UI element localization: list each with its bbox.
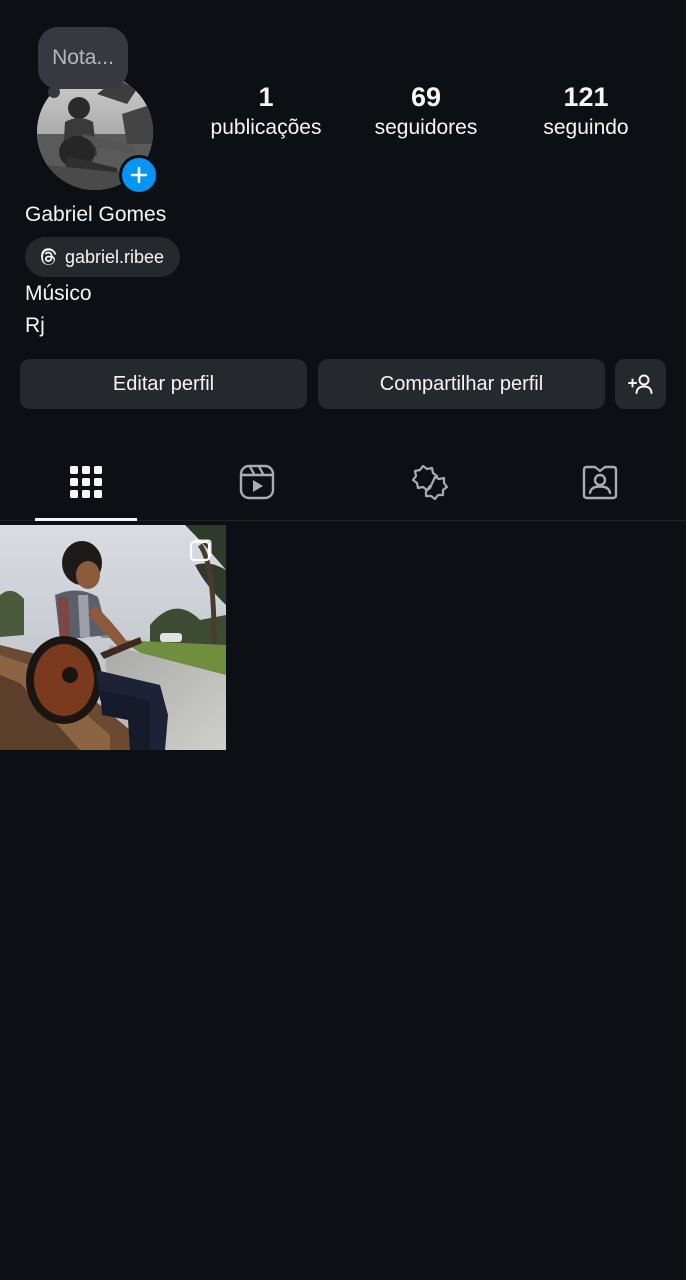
profile-stats: 1 publicações 69 seguidores 121 seguindo — [186, 80, 666, 142]
stat-followers-count: 69 — [410, 82, 442, 112]
tab-tagged[interactable] — [515, 444, 686, 520]
stat-followers[interactable]: 69 seguidores — [346, 80, 506, 142]
plus-icon — [130, 166, 148, 184]
bio-line-2: Rj — [25, 314, 45, 337]
tab-posts[interactable] — [0, 444, 172, 521]
carousel-icon — [189, 539, 212, 562]
stat-following-count: 121 — [563, 82, 609, 112]
stat-posts[interactable]: 1 publicações — [186, 80, 346, 142]
bio-line-1: Músico — [25, 282, 92, 305]
tagged-icon — [583, 465, 618, 500]
stat-followers-label: seguidores — [374, 116, 478, 139]
grid-icon — [69, 466, 102, 498]
add-person-icon — [627, 374, 652, 394]
share-profile-button[interactable]: Compartilhar perfil — [318, 359, 605, 409]
collab-icon — [411, 464, 448, 501]
edit-profile-button[interactable]: Editar perfil — [20, 359, 307, 409]
discover-people-button[interactable] — [615, 359, 666, 409]
stat-following-label: seguindo — [543, 116, 629, 139]
tab-reels[interactable] — [172, 444, 344, 520]
profile-tabs — [0, 444, 686, 521]
threads-badge[interactable]: gabriel.ribee — [25, 237, 181, 277]
note-placeholder: Nota... — [52, 46, 114, 69]
share-profile-label: Compartilhar perfil — [379, 372, 544, 395]
note-bubble[interactable]: Nota... — [38, 27, 128, 89]
profile-screen: Nota... 1 publicações 69 seguidores 121 … — [0, 0, 686, 1280]
edit-profile-label: Editar perfil — [112, 372, 215, 395]
add-story-button[interactable] — [119, 155, 159, 195]
threads-icon — [41, 248, 57, 265]
reels-icon — [240, 464, 275, 500]
threads-handle: gabriel.ribee — [65, 246, 165, 267]
stat-posts-label: publicações — [210, 116, 322, 139]
profile-name: Gabriel Gomes — [25, 203, 167, 226]
post-thumbnail[interactable] — [0, 525, 226, 750]
stat-following[interactable]: 121 seguindo — [506, 80, 666, 142]
stat-posts-count: 1 — [258, 82, 274, 112]
tab-collabs[interactable] — [343, 444, 515, 520]
